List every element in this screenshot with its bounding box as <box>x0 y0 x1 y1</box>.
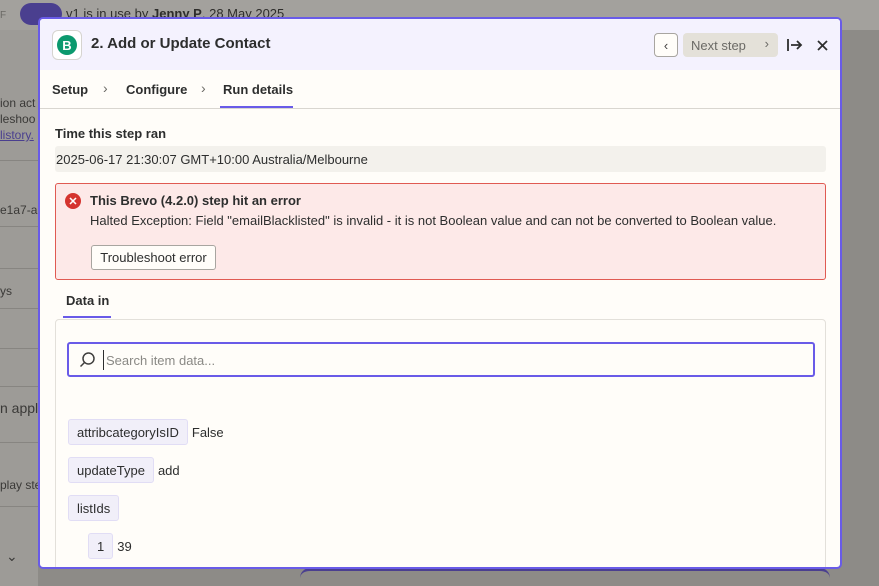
brevo-logo-icon: B <box>57 35 77 55</box>
data-in-panel: attribcategoryIsID False updateType add … <box>55 319 826 567</box>
previous-step-button[interactable]: ‹ <box>654 33 678 57</box>
background-fragment: leshoo <box>0 112 36 126</box>
tab-setup[interactable]: Setup <box>52 82 88 97</box>
next-step-button[interactable]: Next step › <box>683 33 778 57</box>
chevron-right-icon: › <box>103 80 108 96</box>
background-right <box>842 30 879 586</box>
background-divider <box>0 268 38 269</box>
chevron-right-icon: › <box>201 80 206 96</box>
data-item-key[interactable]: 1 <box>88 533 114 559</box>
data-item-row: listIds <box>68 495 123 521</box>
background-fragment: ion act <box>0 96 36 110</box>
background-divider <box>0 386 38 387</box>
modal-header: B 2. Add or Update Contact ‹ Next step › <box>40 19 840 70</box>
search-icon <box>79 352 95 368</box>
chevron-down-icon: ⌄ <box>6 548 18 564</box>
background-divider <box>0 226 38 227</box>
background-fragment: listory. <box>0 128 34 142</box>
chevron-left-icon: ‹ <box>663 37 669 53</box>
tab-data-in[interactable]: Data in <box>66 293 109 308</box>
background-divider <box>0 506 38 507</box>
data-item-key[interactable]: listIds <box>68 495 120 521</box>
background-divider <box>0 160 38 161</box>
tab-configure[interactable]: Configure <box>126 82 187 97</box>
next-step-label: Next step <box>691 37 746 53</box>
error-message: Halted Exception: Field "emailBlackliste… <box>90 213 777 228</box>
error-title: This Brevo (4.2.0) step hit an error <box>90 193 301 208</box>
close-button[interactable] <box>812 33 832 57</box>
data-item-row: updateType add <box>68 457 180 483</box>
expand-button[interactable] <box>784 33 806 57</box>
time-value: 2025-06-17 21:30:07 GMT+10:00 Australia/… <box>55 146 826 172</box>
time-label: Time this step ran <box>55 126 167 141</box>
background-divider <box>0 308 38 309</box>
data-item-value: add <box>157 462 180 478</box>
background-fragment: n appl <box>0 400 39 416</box>
modal-title: 2. Add or Update Contact <box>91 35 271 52</box>
data-item-key[interactable]: attribcategoryIsID <box>68 419 188 445</box>
background-toggle-label: F <box>0 10 7 21</box>
tab-run-details[interactable]: Run details <box>223 82 293 97</box>
expand-icon <box>787 39 803 51</box>
search-input[interactable] <box>103 350 803 370</box>
active-tab-indicator <box>220 106 293 108</box>
troubleshoot-error-button[interactable]: Troubleshoot error <box>91 245 216 270</box>
error-icon: ✕ <box>65 193 81 209</box>
data-item-key[interactable]: updateType <box>68 457 154 483</box>
brevo-app-logo: B <box>52 30 82 60</box>
data-item-row: attribcategoryIsID False <box>68 419 224 445</box>
error-alert: ✕ This Brevo (4.2.0) step hit an error H… <box>55 183 826 280</box>
chevron-right-icon: › <box>764 36 769 51</box>
background-fragment: e1a7-a <box>0 203 38 217</box>
background-divider <box>0 442 38 443</box>
search-box <box>67 342 815 377</box>
background-fragment: play ste <box>0 478 42 492</box>
background-bottom-bar <box>300 568 830 586</box>
data-item-value: 39 <box>117 538 132 554</box>
active-tab-indicator <box>63 316 111 318</box>
step-tabs: Setup › Configure › Run details <box>40 70 840 109</box>
close-icon <box>816 39 828 51</box>
background-divider <box>0 348 38 349</box>
data-item-value: False <box>191 424 224 440</box>
background-fragment: ys <box>0 284 12 298</box>
step-details-modal: B 2. Add or Update Contact ‹ Next step ›… <box>38 17 842 569</box>
data-item-row: 1 39 <box>88 533 132 559</box>
background-sidebar: ion act leshoo listory. e1a7-a ys n appl… <box>0 30 42 586</box>
